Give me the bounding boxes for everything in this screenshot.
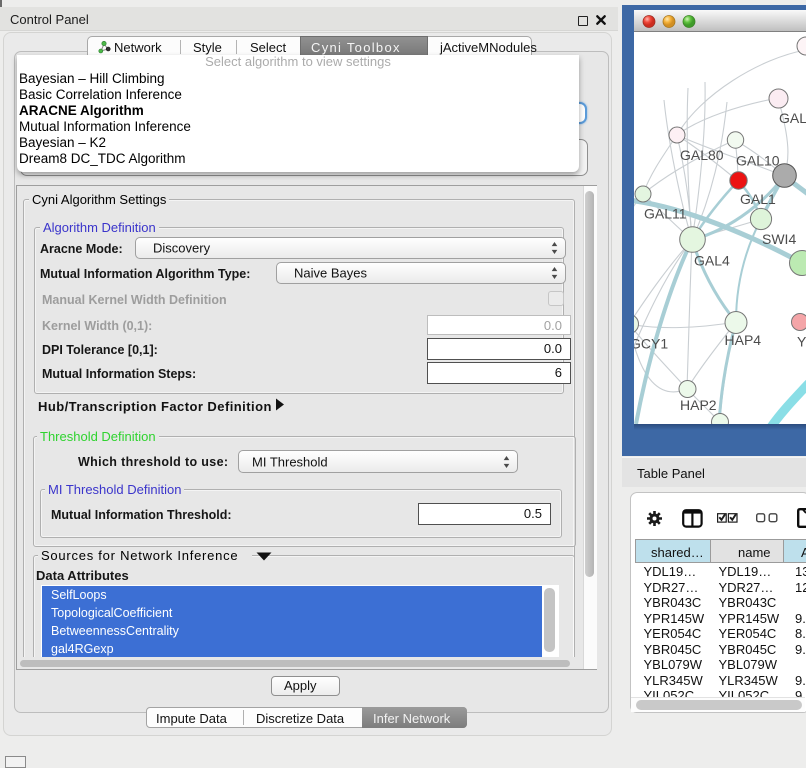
svg-text:GCY1: GCY1 — [634, 336, 668, 352]
svg-text:GAL11: GAL11 — [644, 206, 687, 222]
svg-text:GAL4: GAL4 — [694, 253, 730, 269]
svg-text:SWI4: SWI4 — [762, 231, 796, 247]
svg-text:GAL10: GAL10 — [736, 153, 780, 169]
svg-text:GAL7: GAL7 — [779, 110, 806, 126]
svg-text:HAP2: HAP2 — [680, 397, 717, 413]
svg-text:HAP4: HAP4 — [725, 332, 762, 348]
svg-text:GAL1: GAL1 — [740, 191, 776, 207]
svg-text:Y: Y — [797, 334, 806, 350]
svg-text:GAL80: GAL80 — [680, 147, 724, 163]
